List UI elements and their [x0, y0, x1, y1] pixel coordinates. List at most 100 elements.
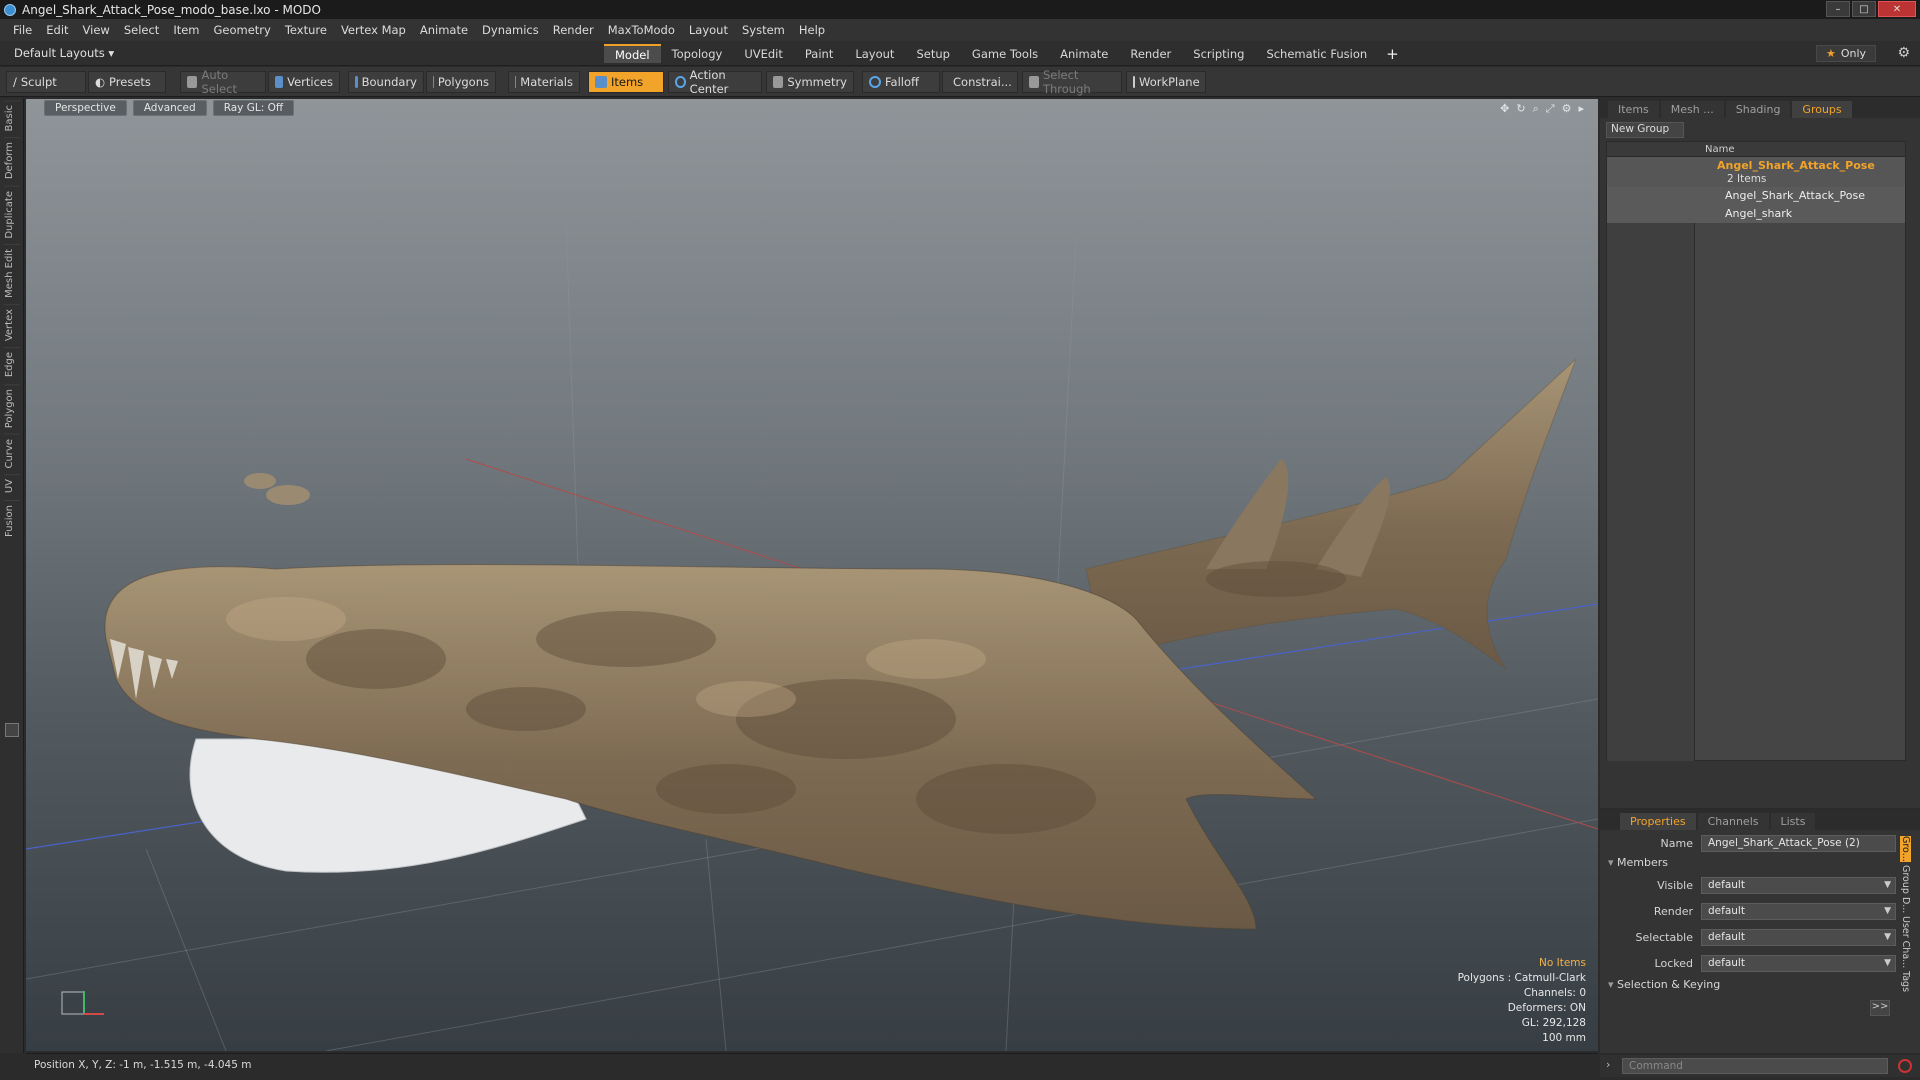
- polygons-button[interactable]: Polygons: [426, 71, 496, 93]
- menu-view[interactable]: View: [76, 23, 117, 37]
- members-section[interactable]: Members: [1608, 856, 1668, 869]
- rotate-icon[interactable]: ↻: [1516, 102, 1525, 116]
- tab-setup[interactable]: Setup: [905, 44, 960, 63]
- selectable-dropdown[interactable]: default ▼: [1701, 928, 1896, 946]
- presets-button[interactable]: ◐ Presets: [88, 71, 166, 93]
- side-tab-group-display[interactable]: Group D...: [1900, 865, 1911, 913]
- menu-item[interactable]: Item: [166, 23, 206, 37]
- left-tab-fusion[interactable]: Fusion: [3, 499, 20, 541]
- select-through-button[interactable]: Select Through: [1022, 68, 1122, 96]
- menu-maxtomodo[interactable]: MaxToModo: [601, 23, 682, 37]
- side-tab-tags[interactable]: Tags: [1900, 971, 1911, 992]
- menu-geometry[interactable]: Geometry: [207, 23, 278, 37]
- menu-render[interactable]: Render: [546, 23, 601, 37]
- sculpt-button[interactable]: / Sculpt: [6, 71, 86, 93]
- menu-select[interactable]: Select: [117, 23, 166, 37]
- layout-dropdown[interactable]: Default Layouts ▾: [14, 46, 114, 60]
- left-tab-vertex[interactable]: Vertex: [3, 304, 20, 346]
- menu-help[interactable]: Help: [792, 23, 832, 37]
- shading-advanced-button[interactable]: Advanced: [132, 100, 207, 116]
- tab-properties[interactable]: Properties: [1620, 813, 1696, 830]
- tab-uvedit[interactable]: UVEdit: [733, 44, 794, 63]
- menu-animate[interactable]: Animate: [413, 23, 475, 37]
- add-tab-icon[interactable]: +: [1378, 44, 1407, 63]
- name-column-header[interactable]: Name: [1607, 142, 1905, 157]
- left-tab-deform[interactable]: Deform: [3, 137, 20, 184]
- symmetry-button[interactable]: Symmetry: [766, 71, 854, 93]
- tab-items[interactable]: Items: [1608, 101, 1659, 118]
- visible-dropdown[interactable]: default ▼: [1701, 876, 1896, 894]
- group-row[interactable]: Angel_Shark_Attack_Pose 2 Items: [1607, 157, 1905, 187]
- materials-button[interactable]: Materials: [508, 71, 580, 93]
- gear-icon[interactable]: ⚙: [1897, 45, 1910, 61]
- viewport-menu-icon[interactable]: ▸: [1578, 102, 1584, 116]
- record-icon[interactable]: [1898, 1059, 1912, 1073]
- tab-mesh[interactable]: Mesh ...: [1660, 101, 1724, 118]
- ray-gl-toggle[interactable]: Ray GL: Off: [212, 100, 295, 116]
- tab-layout[interactable]: Layout: [844, 44, 905, 63]
- view-perspective-button[interactable]: Perspective: [44, 100, 127, 116]
- left-tab-curve[interactable]: Curve: [3, 433, 20, 473]
- chevron-down-icon: ▼: [1884, 905, 1891, 916]
- tab-scripting[interactable]: Scripting: [1182, 44, 1255, 63]
- only-label: Only: [1840, 47, 1867, 60]
- vertices-button[interactable]: Vertices: [268, 71, 340, 93]
- command-history-icon[interactable]: ›: [1606, 1058, 1610, 1071]
- new-group-button[interactable]: New Group: [1606, 122, 1684, 138]
- fit-icon[interactable]: ⤢: [1546, 102, 1555, 116]
- left-panel-toggle[interactable]: [5, 723, 19, 737]
- falloff-button[interactable]: Falloff: [862, 71, 940, 93]
- close-button[interactable]: ✕: [1878, 1, 1916, 17]
- constraints-button[interactable]: Constrai...: [942, 71, 1018, 93]
- menu-bar: File Edit View Select Item Geometry Text…: [0, 19, 1920, 41]
- boundary-button[interactable]: Boundary: [348, 71, 424, 93]
- left-tab-duplicate[interactable]: Duplicate: [3, 185, 20, 243]
- left-tab-uv[interactable]: UV: [3, 474, 20, 498]
- tab-game-tools[interactable]: Game Tools: [961, 44, 1049, 63]
- render-dropdown[interactable]: default ▼: [1701, 902, 1896, 920]
- tab-channels[interactable]: Channels: [1697, 813, 1769, 830]
- tab-shading[interactable]: Shading: [1725, 101, 1791, 118]
- viewport-settings-icon[interactable]: ⚙: [1562, 102, 1572, 116]
- tab-render[interactable]: Render: [1119, 44, 1182, 63]
- menu-vertex-map[interactable]: Vertex Map: [334, 23, 413, 37]
- group-child-row[interactable]: Angel_Shark_Attack_Pose: [1607, 187, 1905, 205]
- menu-layout[interactable]: Layout: [682, 23, 735, 37]
- action-center-button[interactable]: Action Center: [668, 68, 762, 96]
- only-button[interactable]: ★ Only: [1816, 45, 1876, 62]
- workplane-button[interactable]: WorkPlane: [1126, 71, 1206, 93]
- pan-icon[interactable]: ✥: [1500, 102, 1509, 116]
- auto-select-button[interactable]: Auto Select: [180, 68, 266, 96]
- menu-edit[interactable]: Edit: [39, 23, 75, 37]
- left-tab-edge[interactable]: Edge: [3, 347, 20, 382]
- side-tab-user-channels[interactable]: User Cha...: [1900, 916, 1911, 968]
- items-button[interactable]: Items: [588, 71, 664, 93]
- locked-dropdown[interactable]: default ▼: [1701, 954, 1896, 972]
- maximize-button[interactable]: □: [1852, 1, 1876, 17]
- menu-texture[interactable]: Texture: [278, 23, 334, 37]
- side-tab-group[interactable]: Gro...: [1900, 836, 1911, 862]
- tab-model[interactable]: Model: [604, 44, 661, 63]
- menu-dynamics[interactable]: Dynamics: [475, 23, 546, 37]
- 3d-viewport[interactable]: Perspective Advanced Ray GL: Off ✥ ↻ ⌕ ⤢…: [26, 99, 1598, 1051]
- left-tab-polygon[interactable]: Polygon: [3, 383, 20, 432]
- tab-lists[interactable]: Lists: [1770, 813, 1816, 830]
- left-tab-basic[interactable]: Basic: [3, 100, 20, 136]
- tab-groups[interactable]: Groups: [1792, 101, 1852, 118]
- group-child-row[interactable]: Angel_shark: [1607, 205, 1905, 223]
- left-tab-mesh-edit[interactable]: Mesh Edit: [3, 244, 20, 303]
- name-field[interactable]: Angel_Shark_Attack_Pose (2): [1701, 834, 1896, 852]
- selection-keying-section[interactable]: Selection & Keying: [1608, 978, 1720, 991]
- menu-file[interactable]: File: [6, 23, 39, 37]
- menu-system[interactable]: System: [735, 23, 792, 37]
- zoom-icon[interactable]: ⌕: [1533, 102, 1539, 116]
- render-label: Render: [1653, 904, 1693, 918]
- command-input[interactable]: Command: [1622, 1058, 1888, 1074]
- tab-topology[interactable]: Topology: [661, 44, 734, 63]
- more-button[interactable]: >>: [1870, 1000, 1890, 1016]
- tab-paint[interactable]: Paint: [794, 44, 844, 63]
- tab-animate[interactable]: Animate: [1049, 44, 1119, 63]
- minimize-button[interactable]: –: [1826, 1, 1850, 17]
- action-center-label: Action Center: [689, 68, 729, 96]
- tab-schematic-fusion[interactable]: Schematic Fusion: [1255, 44, 1378, 63]
